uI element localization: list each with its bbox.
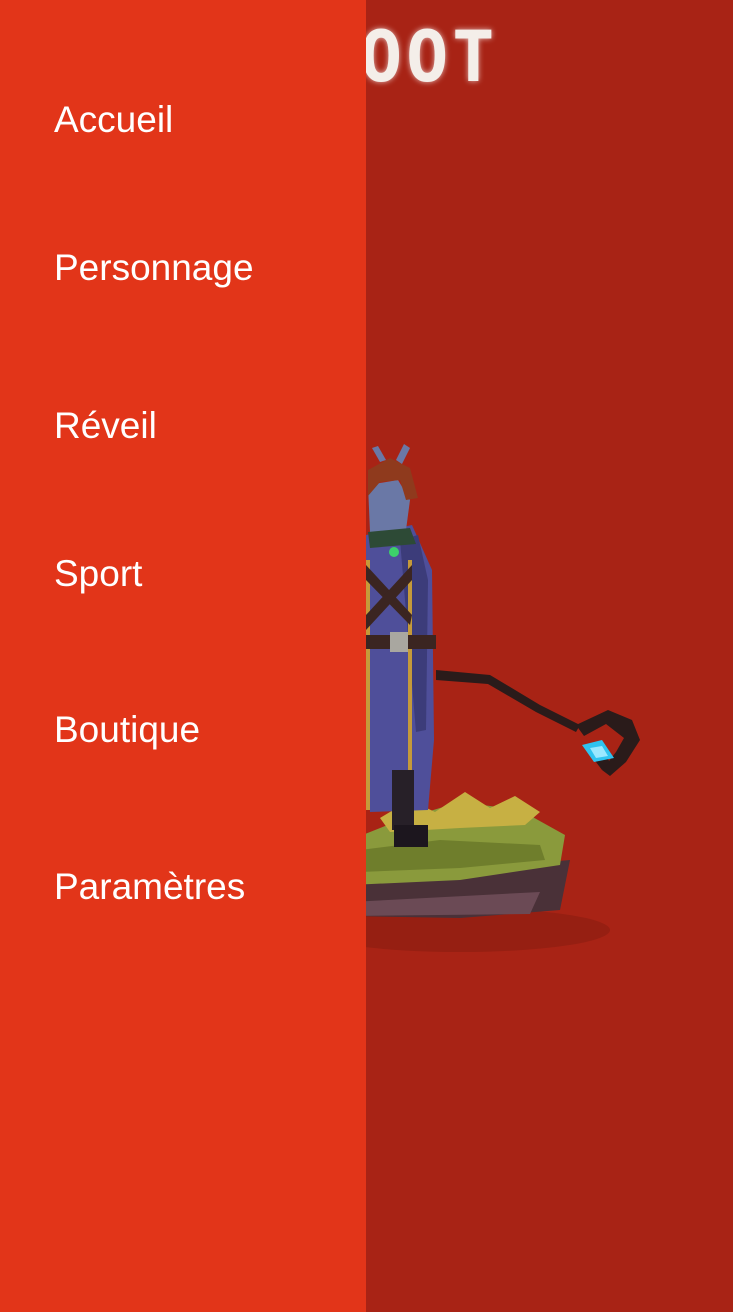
app-root: OOT Accueil Personnage Réveil Sport Bout… (0, 0, 733, 1312)
navigation-drawer: Accueil Personnage Réveil Sport Boutique… (0, 0, 366, 1312)
menu-item-accueil[interactable]: Accueil (54, 90, 173, 150)
menu-item-personnage[interactable]: Personnage (54, 238, 254, 298)
menu-item-parametres[interactable]: Paramètres (54, 857, 245, 917)
menu-item-sport[interactable]: Sport (54, 544, 142, 604)
app-title: OOT (360, 16, 499, 98)
character-illustration (340, 444, 640, 952)
menu-item-boutique[interactable]: Boutique (54, 700, 200, 760)
menu-item-reveil[interactable]: Réveil (54, 396, 157, 456)
